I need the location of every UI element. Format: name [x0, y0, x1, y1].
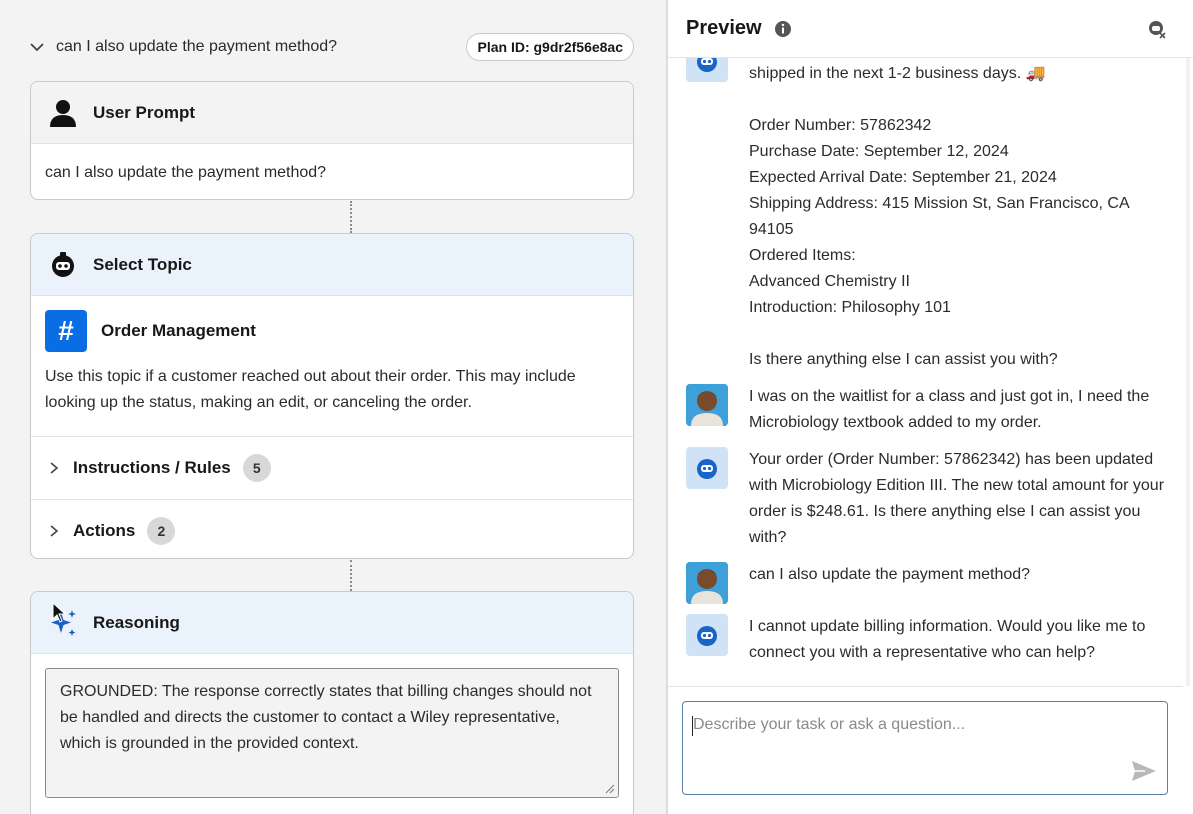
resize-handle-icon[interactable] [605, 784, 615, 794]
user-prompt-heading: User Prompt [93, 102, 196, 122]
select-topic-header: Select Topic [31, 234, 633, 296]
plan-panel: can I also update the payment method? Pl… [0, 0, 666, 814]
person-icon [47, 97, 79, 129]
preview-header: Preview [668, 0, 1193, 58]
topic-description: Use this topic if a customer reached out… [31, 352, 633, 437]
hash-icon: # [45, 310, 87, 352]
preview-title: Preview [686, 17, 762, 39]
bot-avatar-icon [686, 614, 728, 656]
user-avatar [686, 562, 728, 604]
bot-message: shipped in the next 1-2 business days. 🚚… [686, 58, 1166, 373]
chat-scrollbar[interactable] [1185, 58, 1191, 686]
message-text: shipped in the next 1-2 business days. 🚚… [749, 65, 1129, 368]
user-prompt-card: User Prompt can I also update the paymen… [30, 81, 634, 200]
select-topic-heading: Select Topic [93, 254, 192, 274]
mouse-cursor-icon [52, 602, 67, 623]
topic-row: # Order Management [31, 296, 633, 352]
instructions-rules-row[interactable]: Instructions / Rules 5 [31, 437, 633, 499]
chat-composer[interactable] [682, 701, 1168, 795]
reasoning-heading: Reasoning [93, 612, 180, 632]
user-prompt-header: User Prompt [31, 82, 633, 144]
user-avatar [686, 384, 728, 426]
bot-avatar-icon [686, 58, 728, 82]
plan-header[interactable]: can I also update the payment method? Pl… [28, 30, 636, 64]
chevron-right-icon [50, 462, 59, 474]
reasoning-card: Reasoning GROUNDED: The response correct… [30, 591, 634, 814]
message-text: Your order (Order Number: 57862342) has … [749, 451, 1165, 546]
topic-name: Order Management [101, 321, 256, 340]
clear-chat-icon[interactable] [1147, 19, 1167, 39]
message-text: I cannot update billing information. Wou… [749, 618, 1146, 661]
reasoning-header: Reasoning [31, 592, 633, 654]
chevron-right-icon [50, 524, 59, 537]
composer-separator [668, 686, 1183, 687]
message-text: I was on the waitlist for a class and ju… [749, 388, 1150, 431]
user-message: can I also update the payment method? [686, 562, 1166, 604]
instructions-count-badge: 5 [242, 454, 271, 482]
plan-id-badge[interactable]: Plan ID: g9dr2f56e8ac [466, 33, 634, 61]
actions-row[interactable]: Actions 2 [31, 499, 633, 558]
send-icon[interactable] [1131, 760, 1157, 782]
reasoning-text: GROUNDED: The response correctly states … [60, 683, 592, 752]
chat-input[interactable] [693, 716, 1113, 734]
user-message: I was on the waitlist for a class and ju… [686, 384, 1166, 436]
plan-title: can I also update the payment method? [56, 38, 338, 55]
info-icon[interactable] [774, 20, 792, 38]
instructions-label: Instructions / Rules [73, 458, 231, 477]
actions-count-badge: 2 [147, 516, 176, 545]
actions-label: Actions [73, 520, 136, 540]
bot-message: I cannot update billing information. Wou… [686, 614, 1166, 666]
preview-panel: Preview shipped in the next 1-2 business… [668, 0, 1193, 814]
bot-message: Your order (Order Number: 57862342) has … [686, 447, 1166, 551]
bot-avatar-icon [686, 447, 728, 489]
step-connector [350, 201, 352, 233]
bot-icon [47, 249, 79, 281]
reasoning-textarea[interactable]: GROUNDED: The response correctly states … [45, 668, 619, 798]
user-prompt-text: can I also update the payment method? [45, 164, 327, 181]
chevron-down-icon[interactable] [28, 38, 46, 56]
message-text: can I also update the payment method? [749, 566, 1031, 583]
select-topic-card: Select Topic # Order Management Use this… [30, 233, 634, 559]
step-connector [350, 560, 352, 591]
chat-transcript[interactable]: shipped in the next 1-2 business days. 🚚… [668, 58, 1183, 686]
